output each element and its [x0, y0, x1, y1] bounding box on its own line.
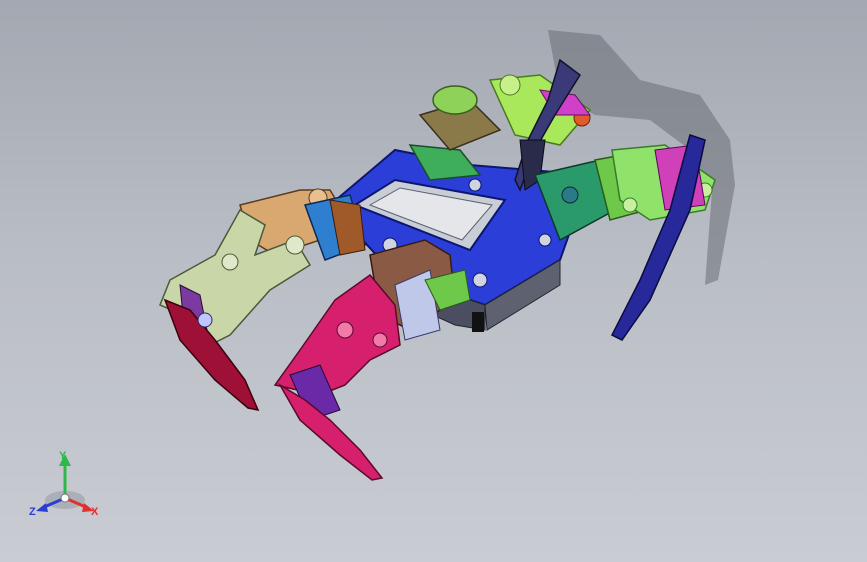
triad-origin [60, 493, 70, 503]
front-right-leg[interactable] [273, 239, 471, 481]
triad-y-label: Y [59, 450, 67, 462]
triad-z-label: Z [29, 506, 36, 518]
z-axis-head [36, 503, 48, 512]
robot-assembly-model[interactable] [0, 0, 867, 562]
rear-right-leg[interactable] [533, 134, 716, 341]
cad-graphics-area[interactable]: Y X Z [0, 0, 867, 562]
triad-x-label: X [91, 506, 99, 518]
